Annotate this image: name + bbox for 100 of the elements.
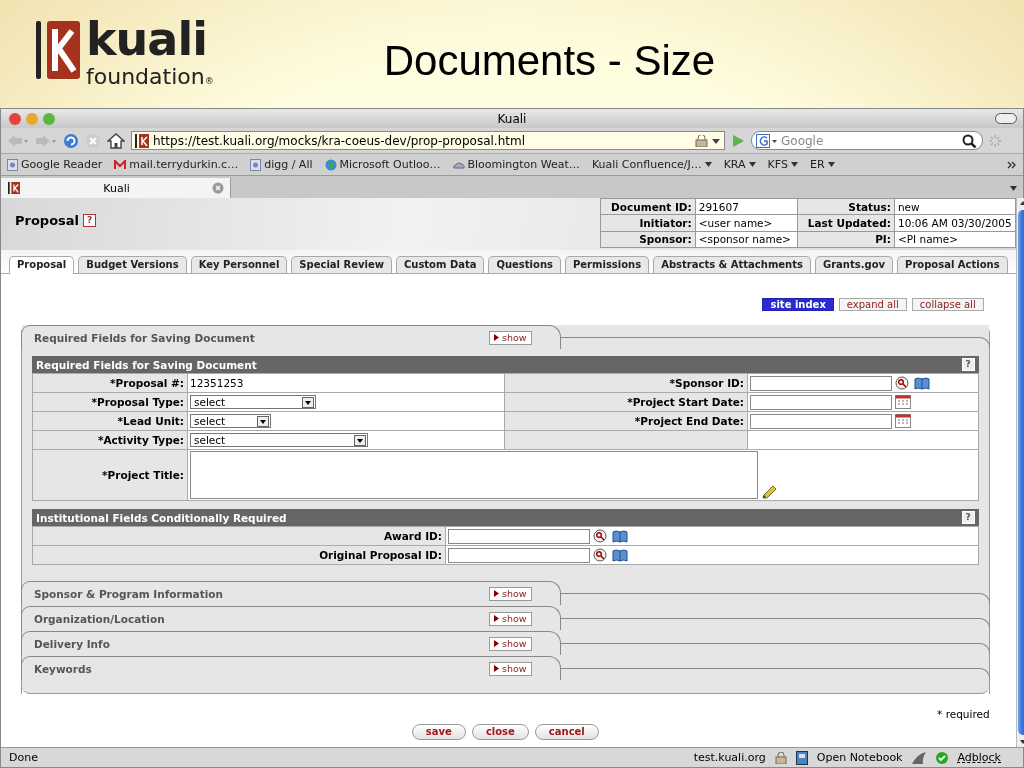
notebook-icon[interactable] (795, 750, 808, 765)
select-dropdown[interactable]: select (190, 433, 368, 447)
address-bar[interactable]: https://test.kuali.org/mocks/kra-coeus-dev/prop-proposal.html (131, 131, 725, 150)
activity-spinner-icon (989, 134, 1001, 147)
form-button[interactable]: cancel (534, 724, 599, 740)
tab-list-caret-icon[interactable] (1010, 186, 1017, 191)
text-area[interactable] (190, 451, 758, 499)
input-field[interactable] (750, 394, 892, 410)
toolbar-toggle-button[interactable] (995, 113, 1017, 124)
window-title: Kuali (497, 111, 527, 126)
show-button[interactable]: show (489, 636, 532, 651)
triangle-icon (494, 590, 499, 597)
triangle-icon (494, 640, 499, 647)
book-icon[interactable] (612, 529, 628, 543)
select-dropdown[interactable]: select (190, 395, 316, 409)
caret-icon (827, 162, 835, 167)
field-label: *Sponsor ID: (504, 373, 748, 393)
pencil-icon[interactable] (761, 485, 777, 499)
input-field[interactable] (448, 528, 590, 544)
magnifier-icon[interactable] (593, 548, 609, 562)
more-bookmarks-icon[interactable] (1007, 160, 1017, 169)
panel-title: Institutional Fields Conditionally Required (36, 511, 287, 524)
page-tab[interactable]: Questions (488, 256, 561, 273)
page-tab[interactable]: Budget Versions (78, 256, 187, 273)
input-field[interactable] (750, 413, 892, 429)
page-tab[interactable]: Proposal (9, 256, 75, 274)
document-title-text: Proposal (15, 212, 80, 228)
action-button[interactable]: expand all (838, 298, 907, 311)
reload-icon[interactable] (63, 132, 79, 149)
page-tab[interactable]: Custom Data (395, 256, 485, 273)
select-dropdown[interactable]: select (190, 414, 271, 428)
bookmark-link[interactable]: Kuali Confluence/J… (591, 158, 712, 171)
bookmark-link[interactable]: KRA (723, 158, 756, 171)
logo-wordmark: kuali (86, 11, 208, 66)
status-link[interactable]: Open Notebook (816, 751, 903, 764)
caret-icon (748, 162, 756, 167)
bookmark-link[interactable]: digg / All (250, 158, 313, 171)
bookmark-link[interactable]: Google Reader (7, 158, 103, 171)
book-icon[interactable] (914, 376, 930, 390)
help-button[interactable]: ? (961, 358, 975, 371)
form-button[interactable]: save (411, 724, 466, 740)
info-value: 291607 (695, 198, 798, 215)
status-link[interactable]: Adblock (957, 751, 1001, 764)
caret-icon (790, 162, 798, 167)
page-icon (250, 158, 262, 171)
section-title: Required Fields for Saving Document (34, 331, 256, 344)
show-button[interactable]: show (489, 586, 532, 601)
search-field[interactable]: Google (751, 131, 983, 150)
bookmark-link[interactable]: Microsoft Outloo… (324, 158, 441, 171)
help-button[interactable]: ? (83, 213, 97, 227)
show-button[interactable]: show (489, 330, 532, 345)
page-icon (7, 158, 18, 171)
page-tab[interactable]: Abstracts & Attachments (653, 256, 811, 273)
input-field[interactable] (448, 547, 590, 563)
search-icon[interactable] (962, 133, 978, 148)
input-field[interactable] (750, 375, 892, 391)
info-value: new (894, 198, 1016, 215)
url-text: https://test.kuali.org/mocks/kra-coeus-dev/prop-proposal.html (153, 133, 525, 148)
show-button[interactable]: show (489, 611, 532, 626)
help-button[interactable]: ? (961, 511, 975, 524)
page-tab[interactable]: Key Personnel (190, 256, 288, 273)
action-button[interactable]: collapse all (911, 298, 984, 311)
page-tab[interactable]: Special Review (291, 256, 392, 273)
bookmark-link[interactable]: mail.terrydurkin.c… (114, 158, 239, 171)
panel-title: Required Fields for Saving Document (36, 358, 257, 371)
field-label: Award ID: (32, 526, 446, 546)
home-icon[interactable] (107, 132, 125, 149)
site-icon (7, 182, 21, 194)
section-title: Delivery Info (34, 637, 111, 650)
calendar-icon[interactable] (895, 414, 911, 428)
fin-icon[interactable] (911, 751, 928, 764)
page-tab[interactable]: Grants.gov (814, 256, 894, 273)
close-tab-icon[interactable] (212, 182, 224, 194)
lock-icon (774, 751, 787, 764)
bookmark-link[interactable]: ER (809, 158, 835, 171)
status-host: test.kuali.org (693, 751, 766, 764)
close-window-button[interactable] (9, 112, 21, 125)
show-button[interactable]: show (489, 661, 532, 676)
form-button[interactable]: close (471, 724, 529, 740)
triangle-icon (494, 665, 499, 672)
action-button[interactable]: site index (762, 298, 834, 311)
info-label: Document ID: (600, 198, 696, 215)
magnifier-icon[interactable] (593, 529, 609, 543)
page-tab[interactable]: Proposal Actions (897, 256, 1008, 273)
bookmark-link[interactable]: Bloomington Weat… (452, 158, 580, 171)
browser-tab[interactable]: Kuali (1, 178, 231, 198)
bookmark-link[interactable]: KFS (767, 158, 798, 171)
mail-icon (114, 159, 127, 170)
triangle-icon (494, 615, 499, 622)
magnifier-icon[interactable] (895, 376, 911, 390)
calendar-icon[interactable] (895, 395, 911, 409)
site-icon (135, 133, 149, 148)
logo-icon (36, 19, 80, 81)
page-tab[interactable]: Permissions (565, 256, 650, 273)
book-icon[interactable] (612, 548, 628, 562)
cloud-icon (452, 160, 465, 169)
logo-subtitle: foundation® (86, 63, 214, 89)
check-icon (936, 751, 949, 764)
caret-icon (704, 162, 712, 167)
field-value: 12351253 (190, 377, 244, 389)
